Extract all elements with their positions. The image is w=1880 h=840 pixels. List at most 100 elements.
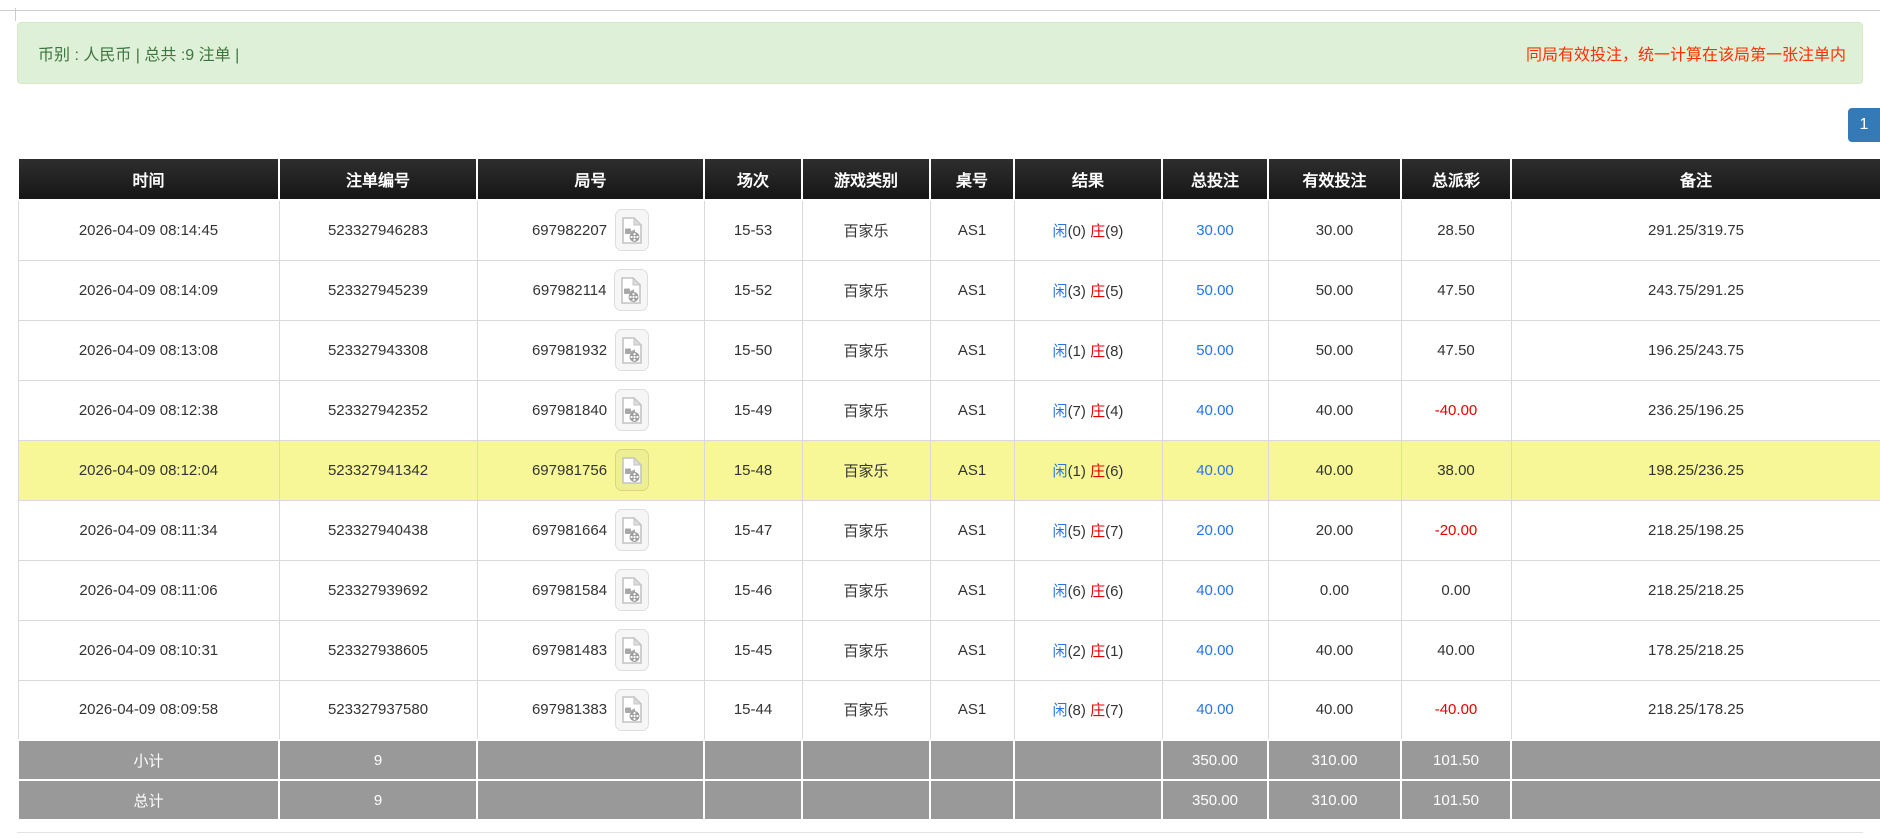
- table-body: 2026-04-09 08:14:45 523327946283 6979822…: [17, 199, 1880, 741]
- cell-total-bet[interactable]: 40.00: [1161, 559, 1269, 621]
- subtotal-count: 9: [278, 739, 478, 781]
- cell-table-no: AS1: [929, 379, 1015, 441]
- cell-valid-bet: 50.00: [1267, 259, 1402, 321]
- result-player-label: 闲: [1052, 222, 1068, 240]
- table-row: 2026-04-09 08:09:58 523327937580 6979813…: [17, 679, 1880, 741]
- round-id-text: 697982114: [532, 281, 607, 299]
- video-replay-button[interactable]: [615, 629, 650, 671]
- cell-session: 15-49: [703, 379, 803, 441]
- cell-total-bet[interactable]: 40.00: [1161, 439, 1269, 501]
- subtotal-row: 小计 9 350.00 310.00 101.50: [17, 739, 1880, 781]
- result-banker-score: (7): [1105, 522, 1124, 540]
- cell-game-type: 百家乐: [801, 319, 931, 381]
- page-button-1[interactable]: 1: [1848, 108, 1880, 142]
- bets-table-container: 时间 注单编号 局号 场次 游戏类别 桌号 结果 总投注 有效投注 总派彩 备注…: [17, 157, 1880, 821]
- table-row: 2026-04-09 08:10:31 523327938605 6979814…: [17, 619, 1880, 681]
- result-player-score: (3): [1067, 282, 1086, 300]
- cell-time: 2026-04-09 08:13:08: [17, 319, 280, 381]
- total-empty-cell: [703, 779, 803, 821]
- round-id-text: 697981756: [531, 461, 608, 479]
- video-replay-button[interactable]: [615, 509, 650, 551]
- result-player-score: (5): [1067, 522, 1086, 540]
- cell-result: 闲(1) 庄(6): [1013, 439, 1163, 501]
- cell-valid-bet: 30.00: [1267, 199, 1402, 261]
- total-empty-cell: [1510, 779, 1880, 821]
- cell-time: 2026-04-09 08:12:04: [17, 439, 280, 501]
- result-banker-score: (7): [1105, 702, 1124, 720]
- cell-total-bet[interactable]: 50.00: [1161, 319, 1269, 381]
- video-replay-button[interactable]: [615, 688, 650, 731]
- cell-result: 闲(5) 庄(7): [1013, 499, 1163, 561]
- result-banker-label: 庄: [1090, 462, 1106, 480]
- cell-valid-bet: 40.00: [1267, 679, 1402, 741]
- result-banker-score: (8): [1105, 342, 1124, 360]
- round-id-text: 697981664: [531, 521, 608, 539]
- cell-valid-bet: 40.00: [1267, 439, 1402, 501]
- cell-game-type: 百家乐: [801, 499, 931, 561]
- cell-valid-bet: 20.00: [1267, 499, 1402, 561]
- cell-bet-id: 523327937580: [278, 679, 478, 741]
- cell-total-bet[interactable]: 20.00: [1161, 499, 1269, 561]
- result-player-label: 闲: [1052, 462, 1068, 480]
- total-empty-cell: [929, 779, 1015, 821]
- cell-bet-id: 523327939692: [278, 559, 478, 621]
- video-file-icon: [622, 576, 643, 604]
- subtotal-empty-cell: [929, 739, 1015, 781]
- header-note: 备注: [1510, 157, 1880, 201]
- cell-total-bet[interactable]: 40.00: [1161, 379, 1269, 441]
- cell-time: 2026-04-09 08:11:06: [17, 559, 280, 621]
- total-count: 9: [278, 779, 478, 821]
- video-replay-button[interactable]: [614, 269, 649, 311]
- cell-session: 15-45: [703, 619, 803, 681]
- subtotal-empty-cell: [801, 739, 931, 781]
- video-replay-button[interactable]: [615, 449, 650, 491]
- video-file-icon: [622, 516, 643, 544]
- cell-round-id: 697981584: [476, 559, 705, 621]
- header-payout: 总派彩: [1400, 157, 1512, 201]
- table-row: 2026-04-09 08:12:38 523327942352 6979818…: [17, 379, 1880, 441]
- cell-bet-id: 523327942352: [278, 379, 478, 441]
- subtotal-empty-cell: [1013, 739, 1163, 781]
- result-banker-label: 庄: [1090, 342, 1106, 360]
- summary-bar: 币别 : 人民币 | 总共 :9 注单 | 同局有效投注，统一计算在该局第一张注…: [17, 22, 1863, 84]
- cell-game-type: 百家乐: [801, 439, 931, 501]
- video-file-icon: [622, 216, 643, 244]
- cell-game-type: 百家乐: [801, 199, 931, 261]
- cell-payout: 0.00: [1400, 559, 1512, 621]
- total-label: 总计: [17, 779, 280, 821]
- cell-time: 2026-04-09 08:14:09: [17, 259, 280, 321]
- video-replay-button[interactable]: [615, 389, 650, 431]
- cell-table-no: AS1: [929, 559, 1015, 621]
- table-row: 2026-04-09 08:14:09 523327945239 6979821…: [17, 259, 1880, 321]
- table-row: 2026-04-09 08:12:04 523327941342 6979817…: [17, 439, 1880, 501]
- result-player-score: (2): [1067, 642, 1086, 660]
- video-replay-button[interactable]: [615, 329, 650, 371]
- cell-time: 2026-04-09 08:11:34: [17, 499, 280, 561]
- panel-corner-tick: [15, 8, 16, 21]
- video-replay-button[interactable]: [615, 209, 650, 252]
- cell-game-type: 百家乐: [801, 559, 931, 621]
- cell-note: 196.25/243.75: [1510, 319, 1880, 381]
- cell-total-bet[interactable]: 30.00: [1161, 199, 1269, 261]
- subtotal-payout: 101.50: [1400, 739, 1512, 781]
- result-banker-score: (5): [1105, 282, 1124, 300]
- round-id-text: 697981483: [531, 641, 608, 659]
- cell-total-bet[interactable]: 40.00: [1161, 679, 1269, 741]
- cell-session: 15-48: [703, 439, 803, 501]
- cell-total-bet[interactable]: 40.00: [1161, 619, 1269, 681]
- cell-payout: -20.00: [1400, 499, 1512, 561]
- cell-table-no: AS1: [929, 679, 1015, 741]
- cell-bet-id: 523327938605: [278, 619, 478, 681]
- cell-result: 闲(7) 庄(4): [1013, 379, 1163, 441]
- cell-round-id: 697981483: [476, 619, 705, 681]
- cell-round-id: 697981383: [476, 679, 705, 741]
- video-replay-button[interactable]: [615, 569, 650, 611]
- round-id-text: 697981584: [531, 581, 608, 599]
- header-round-id: 局号: [476, 157, 705, 201]
- result-banker-label: 庄: [1090, 642, 1106, 660]
- total-total-bet: 350.00: [1161, 779, 1269, 821]
- cell-session: 15-47: [703, 499, 803, 561]
- table-row: 2026-04-09 08:13:08 523327943308 6979819…: [17, 319, 1880, 381]
- cell-note: 243.75/291.25: [1510, 259, 1880, 321]
- cell-total-bet[interactable]: 50.00: [1161, 259, 1269, 321]
